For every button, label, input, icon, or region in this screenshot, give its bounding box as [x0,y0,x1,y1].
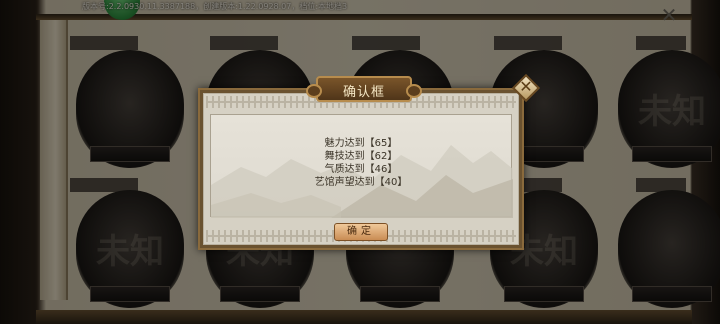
requirement-list: 魅力达到【65】 舞技达到【62】 气质达到【46】 艺馆声望达到【40】 [211,137,511,189]
close-icon: ✕ [519,77,533,96]
requirement-temperament: 气质达到【46】 [324,164,398,175]
requirement-charm: 魅力达到【65】 [324,138,398,149]
confirm-button-label: 确定 [347,226,375,237]
close-button[interactable]: ✕ [511,73,541,103]
dialog-title-plaque: 确认框 [306,76,422,102]
confirm-dialog: 魅力达到【65】 舞技达到【62】 气质达到【46】 艺馆声望达到【40】 确认… [198,73,541,250]
dialog-title: 确认框 [342,85,385,100]
requirement-dance: 舞技达到【62】 [324,151,398,162]
requirement-reputation: 艺馆声望达到【40】 [314,177,408,188]
confirm-button[interactable]: 确定 [334,223,388,241]
dialog-content-panel: 魅力达到【65】 舞技达到【62】 气质达到【46】 艺馆声望达到【40】 [210,114,513,218]
